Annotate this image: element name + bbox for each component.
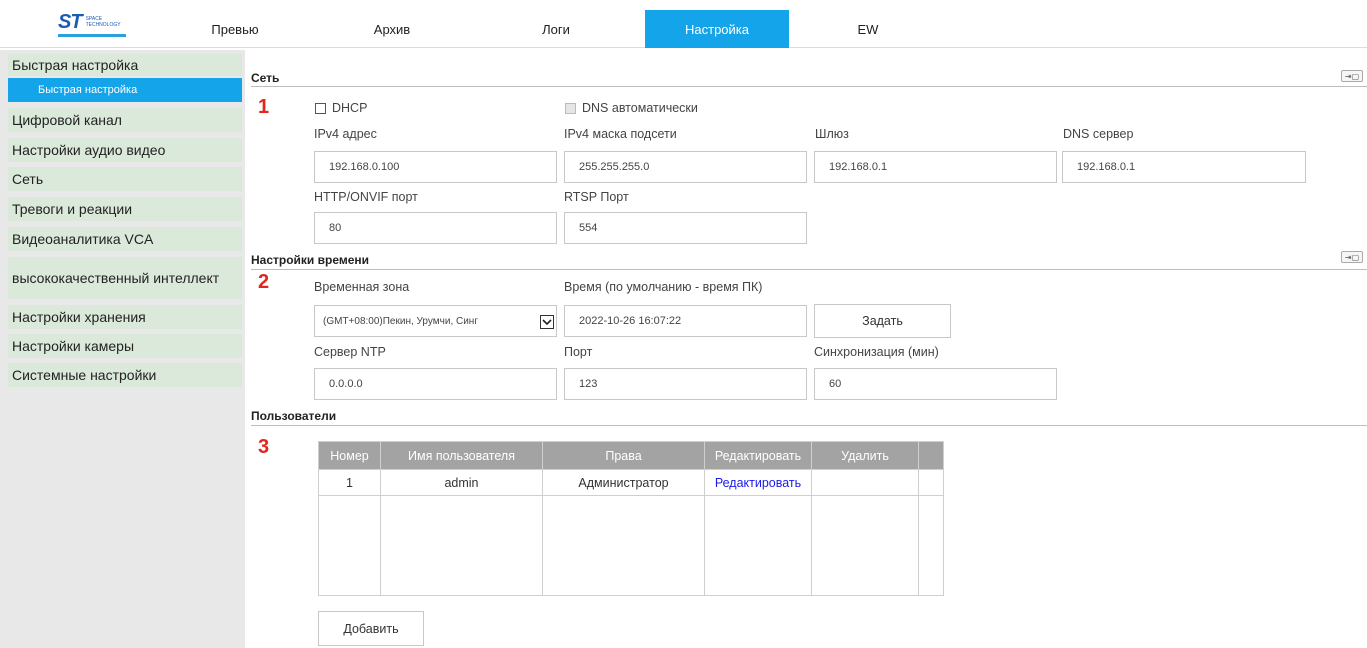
column-header-delete: Удалить bbox=[811, 441, 919, 470]
tab-ew[interactable]: EW bbox=[833, 10, 903, 48]
time-label: Время (по умолчанию - время ПК) bbox=[564, 280, 763, 294]
ipv4-label: IPv4 адрес bbox=[314, 127, 377, 141]
sidebar-item-vca[interactable]: Видеоаналитика VCA bbox=[8, 227, 242, 251]
top-navigation-bar: ST SPACE TECHNOLOGY Превью Архив Логи На… bbox=[0, 0, 1367, 48]
ntp-port-label: Порт bbox=[564, 345, 593, 359]
sidebar: Быстрая настройка Быстрая настройка Цифр… bbox=[0, 50, 245, 648]
chevron-down-icon[interactable] bbox=[540, 315, 554, 329]
dns-auto-checkbox[interactable] bbox=[565, 103, 576, 114]
sync-interval-field[interactable]: 60 bbox=[814, 368, 1057, 400]
http-port-field[interactable]: 80 bbox=[314, 212, 557, 244]
sync-label: Синхронизация (мин) bbox=[814, 345, 939, 359]
sidebar-item-camera[interactable]: Настройки камеры bbox=[8, 334, 242, 358]
logo-underline bbox=[58, 34, 126, 37]
tab-settings[interactable]: Настройка bbox=[645, 10, 789, 48]
empty-cell bbox=[380, 495, 543, 596]
collapse-time-button[interactable]: ⇥▢ bbox=[1341, 251, 1363, 263]
cell-edit: Редактировать bbox=[704, 469, 812, 496]
sidebar-item-hq-intelligence[interactable]: высококачественный интеллект bbox=[8, 257, 242, 299]
timezone-select[interactable]: (GMT+08:00)Пекин, Урумчи, Синг bbox=[314, 305, 557, 337]
rtsp-port-field[interactable]: 554 bbox=[564, 212, 807, 244]
section-divider bbox=[251, 269, 1367, 270]
mask-field[interactable]: 255.255.255.0 bbox=[564, 151, 807, 183]
dns-field[interactable]: 192.168.0.1 bbox=[1062, 151, 1306, 183]
logo: ST SPACE TECHNOLOGY bbox=[58, 11, 126, 37]
dhcp-checkbox[interactable] bbox=[315, 103, 326, 114]
sidebar-item-alarms[interactable]: Тревоги и реакции bbox=[8, 197, 242, 221]
column-header-username: Имя пользователя bbox=[380, 441, 543, 470]
timezone-label: Временная зона bbox=[314, 280, 410, 294]
users-table: Номер Имя пользователя Права Редактирова… bbox=[318, 441, 944, 596]
ntp-port-field[interactable]: 123 bbox=[564, 368, 807, 400]
logo-subtext: SPACE TECHNOLOGY bbox=[86, 16, 121, 28]
cell-delete[interactable] bbox=[811, 469, 919, 496]
sidebar-item-digital-channel[interactable]: Цифровой канал bbox=[8, 108, 242, 132]
section-divider bbox=[251, 86, 1367, 87]
empty-cell bbox=[918, 495, 944, 596]
section-divider bbox=[251, 425, 1367, 426]
dns-label: DNS сервер bbox=[1063, 127, 1134, 141]
timezone-value: (GMT+08:00)Пекин, Урумчи, Синг bbox=[323, 315, 478, 327]
ntp-server-field[interactable]: 0.0.0.0 bbox=[314, 368, 557, 400]
empty-cell bbox=[704, 495, 812, 596]
tab-logs[interactable]: Логи bbox=[511, 10, 601, 48]
column-header-rights: Права bbox=[542, 441, 705, 470]
sidebar-item-audio-video[interactable]: Настройки аудио видео bbox=[8, 138, 242, 162]
collapse-network-button[interactable]: ⇥▢ bbox=[1341, 70, 1363, 82]
table-row: 1 admin Администратор Редактировать bbox=[318, 469, 944, 496]
cell-username: admin bbox=[380, 469, 543, 496]
marker-3: 3 bbox=[258, 436, 270, 458]
sidebar-subitem-quick-setup[interactable]: Быстрая настройка bbox=[8, 78, 242, 102]
section-title-users: Пользователи bbox=[251, 409, 337, 423]
empty-cell bbox=[811, 495, 919, 596]
cell-spacer bbox=[918, 469, 944, 496]
cell-rights: Администратор bbox=[542, 469, 705, 496]
add-user-button[interactable]: Добавить bbox=[318, 611, 424, 646]
gateway-label: Шлюз bbox=[815, 127, 849, 141]
rtsp-port-label: RTSP Порт bbox=[564, 190, 629, 204]
table-empty-row bbox=[318, 495, 944, 596]
column-header-spacer bbox=[918, 441, 944, 470]
empty-cell bbox=[318, 495, 381, 596]
section-title-network: Сеть bbox=[251, 71, 280, 85]
table-header-row: Номер Имя пользователя Права Редактирова… bbox=[318, 441, 944, 470]
dns-auto-label: DNS автоматически bbox=[582, 101, 698, 115]
logo-text: ST bbox=[58, 11, 83, 33]
empty-cell bbox=[542, 495, 705, 596]
logo-sub-line-2: TECHNOLOGY bbox=[85, 22, 121, 28]
mask-label: IPv4 маска подсети bbox=[564, 127, 677, 141]
dhcp-label: DHCP bbox=[332, 101, 368, 115]
edit-user-link[interactable]: Редактировать bbox=[715, 476, 801, 490]
marker-1: 1 bbox=[258, 96, 270, 118]
sidebar-item-storage[interactable]: Настройки хранения bbox=[8, 305, 242, 329]
time-field[interactable]: 2022-10-26 16:07:22 bbox=[564, 305, 807, 337]
sidebar-item-quick-setup[interactable]: Быстрая настройка bbox=[8, 54, 242, 76]
sidebar-item-network[interactable]: Сеть bbox=[8, 167, 242, 191]
ipv4-field[interactable]: 192.168.0.100 bbox=[314, 151, 557, 183]
set-time-button[interactable]: Задать bbox=[814, 304, 951, 338]
column-header-number: Номер bbox=[318, 441, 381, 470]
section-title-time: Настройки времени bbox=[251, 253, 370, 267]
tab-preview[interactable]: Превью bbox=[190, 10, 280, 48]
marker-2: 2 bbox=[258, 271, 270, 293]
tab-archive[interactable]: Архив bbox=[347, 10, 437, 48]
gateway-field[interactable]: 192.168.0.1 bbox=[814, 151, 1057, 183]
column-header-edit: Редактировать bbox=[704, 441, 812, 470]
cell-number: 1 bbox=[318, 469, 381, 496]
sidebar-item-system[interactable]: Системные настройки bbox=[8, 363, 242, 387]
http-port-label: HTTP/ONVIF порт bbox=[314, 190, 418, 204]
ntp-server-label: Сервер NTP bbox=[314, 345, 386, 359]
